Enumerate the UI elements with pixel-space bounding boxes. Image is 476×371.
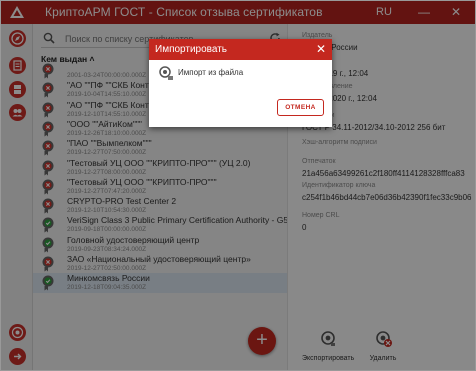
dialog-title: Импортировать: [155, 44, 228, 55]
dialog-close-button[interactable]: ✕: [314, 41, 328, 57]
app-window: КриптоАРМ ГОСТ - Список отзыва сертифика…: [0, 0, 476, 371]
dialog-header: Импортировать ✕: [149, 39, 332, 60]
cancel-button[interactable]: ОТМЕНА: [277, 99, 324, 116]
import-dialog: Импортировать ✕ Импорт из файла ОТМЕНА: [149, 39, 332, 127]
certificate-import-icon: [159, 66, 173, 80]
import-from-file-item[interactable]: Импорт из файла: [155, 65, 327, 81]
import-from-file-label: Импорт из файла: [178, 68, 244, 77]
